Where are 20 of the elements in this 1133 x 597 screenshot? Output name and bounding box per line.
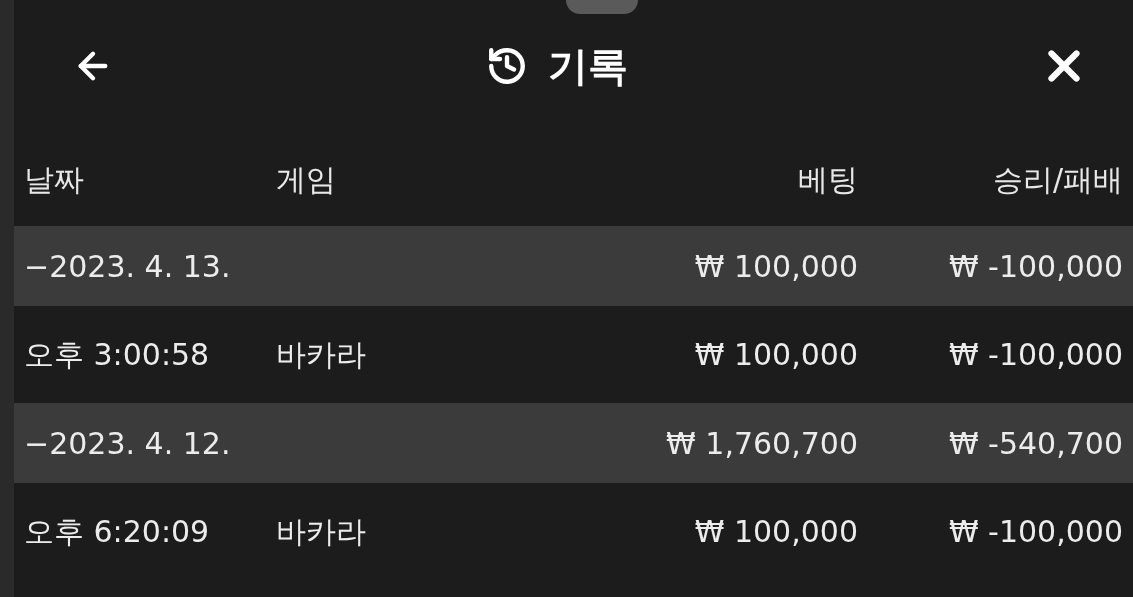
column-header: 게임 [276,160,337,199]
column-header: 승리/패배 [991,160,1123,199]
table-cell: 바카라 [276,337,366,372]
table-cell-text: ₩ -100,000 [947,336,1123,374]
table-cell-text: ₩ 100,000 [693,336,858,374]
table-cell-text: 오후 6:20:09 [23,513,211,551]
table-cell: 바카라 [276,514,366,549]
drag-handle[interactable] [566,0,638,14]
table-cell-text: ₩ -100,000 [947,247,1123,286]
table-cell-text: ₩ 100,000 [693,513,858,551]
column-header: 베팅 [797,160,858,199]
table-cell-text: ₩ -100,000 [947,513,1123,551]
table-cell-text: ₩ 1,760,700 [665,424,858,463]
window-title: 기록 [547,42,628,91]
table-cell-text: 오후 3:00:58 [23,336,211,374]
table-cell-text: ₩ -540,700 [947,424,1123,463]
table-cell-text: ₩ 100,000 [693,247,858,286]
table-cell-text: −2023. 4. 13. [23,247,232,286]
column-header: 날짜 [23,160,85,199]
table-cell-text: −2023. 4. 12. [23,424,232,463]
